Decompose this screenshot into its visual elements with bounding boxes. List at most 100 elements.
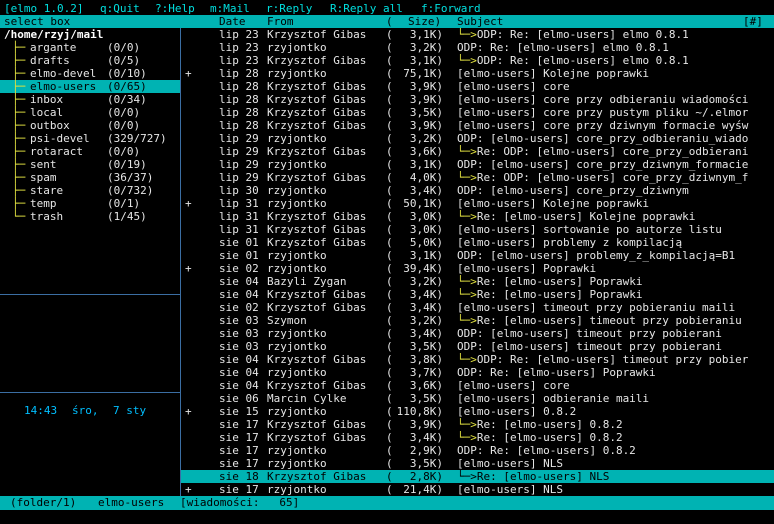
date-column-header[interactable]: Date	[219, 15, 246, 28]
message-row[interactable]: lip 30 rzyjontko 3,4K) (ODP: [elmo-users] c…	[181, 184, 774, 197]
message-date: sie 01	[219, 236, 259, 249]
message-subject: [elmo-users] Poprawki	[457, 262, 596, 275]
reply-all-key[interactable]: R:Reply all	[330, 2, 403, 15]
message-date: sie 01	[219, 249, 259, 262]
folder-item[interactable]: ├─ sent (0/19)	[0, 158, 180, 171]
message-row[interactable]: lip 29 Krzysztof Gibas 3,6K) (└─>Re: ODP: […	[181, 145, 774, 158]
message-row[interactable]: sie 01 rzyjontko 3,1K) (ODP: [elmo-users] p…	[181, 249, 774, 262]
message-row[interactable]: + sie 17 rzyjontko 21,4K) ([elmo-users] NLS	[181, 483, 774, 496]
help-key[interactable]: ?:Help	[155, 2, 195, 15]
size-paren: (	[386, 28, 393, 41]
message-row[interactable]: sie 18 Krzysztof Gibas 2,8K) (└─>Re: [elmo-…	[181, 470, 774, 483]
message-date: sie 17	[219, 457, 259, 470]
folder-pane: /home/rzyj/mail ├─ argante (0/0) ├─ drafts (0…	[0, 28, 180, 496]
message-row[interactable]: sie 04 Bazyli Zygan 3,2K) (└─>Re: [elmo-use…	[181, 275, 774, 288]
message-row[interactable]: lip 23 Krzysztof Gibas 3,1K) (└─>ODP: Re: […	[181, 54, 774, 67]
message-subject: └─>Re: [elmo-users] 0.8.2	[457, 418, 623, 431]
message-row[interactable]: lip 31 Krzysztof Gibas 3,0K) (└─>Re: [elmo-…	[181, 210, 774, 223]
message-row[interactable]: lip 28 Krzysztof Gibas 3,5K) ([elmo-users] …	[181, 106, 774, 119]
message-row[interactable]: sie 17 rzyjontko 2,9K) (ODP: Re: [elmo-user…	[181, 444, 774, 457]
message-from: Krzysztof Gibas	[267, 301, 367, 314]
message-row[interactable]: lip 23 rzyjontko 3,2K) (ODP: Re: [elmo-user…	[181, 41, 774, 54]
message-size: 3,0K)	[409, 210, 443, 223]
message-row[interactable]: + lip 28 rzyjontko 75,1K) ([elmo-users] Kole…	[181, 67, 774, 80]
message-row[interactable]: sie 04 rzyjontko 3,7K) (ODP: Re: [elmo-user…	[181, 366, 774, 379]
subject-column-header[interactable]: Subject	[457, 15, 503, 28]
folder-item[interactable]: ├─ elmo-users (0/65)	[0, 80, 180, 93]
tree-branch: ├─	[12, 197, 26, 210]
reply-arrow-icon: └─>	[457, 145, 477, 158]
message-subject: [elmo-users] odbieranie maili	[457, 392, 649, 405]
subject-text: Re: ODP: [elmo-users] core_przy_dziwnym_…	[476, 171, 749, 184]
message-row[interactable]: + sie 15 rzyjontko 110,8K)([elmo-users] 0.8…	[181, 405, 774, 418]
message-row[interactable]: sie 03 rzyjontko 3,5K) (ODP: [elmo-users] t…	[181, 340, 774, 353]
message-row[interactable]: + sie 02 rzyjontko 39,4K) ([elmo-users] Popr…	[181, 262, 774, 275]
folder-item[interactable]: ├─ elmo-devel (0/10)	[0, 67, 180, 80]
folder-item[interactable]: ├─ spam (36/37)	[0, 171, 180, 184]
message-row[interactable]: sie 03 rzyjontko 3,4K) (ODP: [elmo-users] t…	[181, 327, 774, 340]
message-row[interactable]: sie 17 Krzysztof Gibas 3,4K) (└─>Re: [elmo-…	[181, 431, 774, 444]
message-row[interactable]: lip 29 rzyjontko 3,2K) (ODP: [elmo-users] c…	[181, 132, 774, 145]
quit-key[interactable]: q:Quit	[100, 2, 140, 15]
size-paren: (	[386, 327, 393, 340]
folder-name: outbox	[30, 119, 70, 132]
subject-text: ODP: [elmo-users] timeout przy pobierani	[457, 327, 722, 340]
message-date: lip 28	[219, 93, 259, 106]
message-row[interactable]: sie 04 Krzysztof Gibas 3,8K) (└─>ODP: Re: […	[181, 353, 774, 366]
message-row[interactable]: lip 23 Krzysztof Gibas 3,1K) (└─>ODP: Re: […	[181, 28, 774, 41]
message-row[interactable]: sie 04 Krzysztof Gibas 3,6K) ([elmo-users] …	[181, 379, 774, 392]
message-row[interactable]: lip 31 Krzysztof Gibas 3,0K) ([elmo-users] …	[181, 223, 774, 236]
message-row[interactable]: sie 02 Krzysztof Gibas 3,4K) ([elmo-users] …	[181, 301, 774, 314]
mail-key[interactable]: m:Mail	[210, 2, 250, 15]
folder-item[interactable]: ├─ outbox (0/0)	[0, 119, 180, 132]
from-column-header[interactable]: From	[267, 15, 294, 28]
message-row[interactable]: + lip 31 rzyjontko 50,1K) ([elmo-users] Kole…	[181, 197, 774, 210]
message-from: Krzysztof Gibas	[267, 431, 367, 444]
size-paren: (	[386, 288, 393, 301]
reply-key[interactable]: r:Reply	[266, 2, 312, 15]
size-paren: (	[386, 340, 393, 353]
message-subject: [elmo-users] Kolejne poprawki	[457, 197, 649, 210]
message-row[interactable]: sie 01 Krzysztof Gibas 5,0K) ([elmo-users] …	[181, 236, 774, 249]
folder-item[interactable]: ├─ argante (0/0)	[0, 41, 180, 54]
folder-item[interactable]: ├─ rotaract (0/0)	[0, 145, 180, 158]
folder-item[interactable]: ├─ local (0/0)	[0, 106, 180, 119]
message-row[interactable]: sie 17 rzyjontko 3,5K) ([elmo-users] NLS	[181, 457, 774, 470]
tree-branch: ├─	[12, 184, 26, 197]
size-column-open: (	[386, 15, 393, 28]
message-date: lip 28	[219, 106, 259, 119]
message-size: 21,4K)	[403, 483, 443, 496]
message-row[interactable]: lip 28 Krzysztof Gibas 3,9K) ([elmo-users] …	[181, 93, 774, 106]
reply-arrow-icon: └─>	[457, 171, 477, 184]
message-size: 5,0K)	[409, 236, 443, 249]
folder-item[interactable]: ├─ drafts (0/5)	[0, 54, 180, 67]
subject-text: ODP: Re: [elmo-users] elmo 0.8.1	[457, 41, 669, 54]
message-from: rzyjontko	[267, 197, 327, 210]
size-paren: (	[386, 54, 393, 67]
size-column-header[interactable]: Size)	[408, 15, 441, 28]
current-folder-name: elmo-users	[98, 496, 165, 509]
message-row[interactable]: sie 17 Krzysztof Gibas 3,9K) (└─>Re: [elmo-…	[181, 418, 774, 431]
message-row[interactable]: lip 29 rzyjontko 3,1K) (ODP: [elmo-users] c…	[181, 158, 774, 171]
message-from: Krzysztof Gibas	[267, 28, 367, 41]
forward-key[interactable]: f:Forward	[421, 2, 481, 15]
message-row[interactable]: lip 28 Krzysztof Gibas 3,9K) ([elmo-users] …	[181, 119, 774, 132]
folder-item[interactable]: └─ trash (1/45)	[0, 210, 180, 223]
message-row[interactable]: sie 04 Krzysztof Gibas 3,4K) (└─>Re: [elmo-…	[181, 288, 774, 301]
message-subject: └─>Re: [elmo-users] Kolejne poprawki	[457, 210, 695, 223]
folder-item[interactable]: ├─ stare (0/732)	[0, 184, 180, 197]
message-subject: [elmo-users] core przy dziwnym formacie …	[457, 119, 748, 132]
message-size: 3,5K)	[409, 106, 443, 119]
message-row[interactable]: lip 29 Krzysztof Gibas 4,0K) (└─>Re: ODP: […	[181, 171, 774, 184]
message-row[interactable]: sie 03 Szymon 3,2K) (└─>Re: [elmo-users] ti…	[181, 314, 774, 327]
message-from: rzyjontko	[267, 41, 327, 54]
folder-count: (0/19)	[107, 158, 147, 171]
folder-item[interactable]: ├─ inbox (0/34)	[0, 93, 180, 106]
message-size: 3,2K)	[409, 314, 443, 327]
folder-item[interactable]: ├─ psi-devel (329/727)	[0, 132, 180, 145]
message-row[interactable]: sie 06 Marcin Cylke 3,5K) ([elmo-users] odb…	[181, 392, 774, 405]
folder-name: inbox	[30, 93, 64, 106]
message-row[interactable]: lip 28 Krzysztof Gibas 3,9K) ([elmo-users] …	[181, 80, 774, 93]
folder-item[interactable]: ├─ temp (0/1)	[0, 197, 180, 210]
message-subject: ODP: [elmo-users] timeout przy pobierani	[457, 327, 722, 340]
